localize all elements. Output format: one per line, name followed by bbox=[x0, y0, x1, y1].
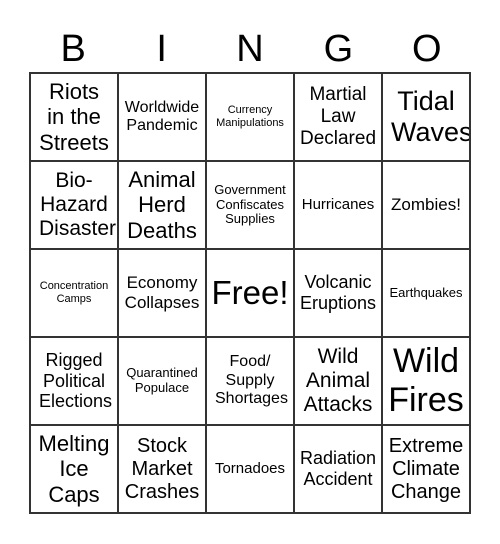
bingo-cell[interactable]: Quarantined Populace bbox=[118, 337, 206, 425]
bingo-cell[interactable]: Currency Manipulations bbox=[206, 73, 294, 161]
cell-label: Volcanic Eruptions bbox=[299, 272, 377, 313]
bingo-cell[interactable]: Wild Fires bbox=[382, 337, 470, 425]
cell-label: Tidal Waves bbox=[391, 85, 470, 147]
bingo-cell[interactable]: Tidal Waves bbox=[382, 73, 470, 161]
cell-label: Government Confiscates Supplies bbox=[214, 181, 286, 227]
cell-label: Wild Fires bbox=[388, 341, 464, 419]
cell-label: Martial Law Declared bbox=[299, 84, 377, 149]
cell-label: Earthquakes bbox=[389, 284, 463, 300]
bingo-cell[interactable]: Riots in the Streets bbox=[30, 73, 118, 161]
bingo-grid: Riots in the Streets Worldwide Pandemic Cu… bbox=[29, 72, 471, 514]
header-letter-n: N bbox=[236, 28, 264, 70]
cell-label: Tornadoes bbox=[214, 460, 286, 478]
bingo-cell[interactable]: Economy Collapses bbox=[118, 249, 206, 337]
header-letter-i: I bbox=[156, 28, 167, 70]
bingo-cell[interactable]: Hurricanes bbox=[294, 161, 382, 249]
bingo-header: B I N G O bbox=[29, 26, 471, 72]
bingo-cell[interactable]: Volcanic Eruptions bbox=[294, 249, 382, 337]
bingo-cell[interactable]: Rigged Political Elections bbox=[30, 337, 118, 425]
bingo-cell[interactable]: Radiation Accident bbox=[294, 425, 382, 513]
bingo-cell[interactable]: Stock Market Crashes bbox=[118, 425, 206, 513]
cell-label: Quarantined Populace bbox=[126, 365, 198, 395]
cell-label: Zombies! bbox=[391, 195, 461, 215]
bingo-cell[interactable]: Tornadoes bbox=[206, 425, 294, 513]
cell-label: Worldwide Pandemic bbox=[124, 98, 200, 134]
cell-label: Wild Animal Attacks bbox=[303, 344, 373, 417]
bingo-cell[interactable]: Worldwide Pandemic bbox=[118, 73, 206, 161]
cell-label: Concentration Camps bbox=[39, 280, 109, 305]
bingo-cell[interactable]: Free! bbox=[206, 249, 294, 337]
bingo-cell[interactable]: Bio-Hazard Disaster bbox=[30, 161, 118, 249]
cell-label: Hurricanes bbox=[301, 196, 375, 214]
bingo-cell[interactable]: Food/ Supply Shortages bbox=[206, 337, 294, 425]
cell-label: Extreme Climate Change bbox=[388, 434, 464, 503]
cell-label: Radiation Accident bbox=[299, 448, 377, 489]
header-letter-o: O bbox=[412, 28, 442, 70]
bingo-cell[interactable]: Government Confiscates Supplies bbox=[206, 161, 294, 249]
bingo-cell[interactable]: Wild Animal Attacks bbox=[294, 337, 382, 425]
cell-label: Free! bbox=[211, 274, 289, 312]
cell-label: Melting Ice Caps bbox=[38, 431, 110, 507]
cell-label: Riots in the Streets bbox=[39, 79, 109, 155]
bingo-cell[interactable]: Animal Herd Deaths bbox=[118, 161, 206, 249]
bingo-cell[interactable]: Melting Ice Caps bbox=[30, 425, 118, 513]
bingo-cell[interactable]: Martial Law Declared bbox=[294, 73, 382, 161]
bingo-cell[interactable]: Concentration Camps bbox=[30, 249, 118, 337]
header-letter-b: B bbox=[60, 28, 86, 70]
bingo-cell[interactable]: Extreme Climate Change bbox=[382, 425, 470, 513]
cell-label: Rigged Political Elections bbox=[39, 349, 113, 412]
bingo-cell[interactable]: Earthquakes bbox=[382, 249, 470, 337]
cell-label: Economy Collapses bbox=[124, 273, 200, 312]
cell-label: Animal Herd Deaths bbox=[127, 167, 197, 243]
bingo-cell[interactable]: Zombies! bbox=[382, 161, 470, 249]
cell-label: Stock Market Crashes bbox=[124, 434, 200, 503]
header-letter-g: G bbox=[323, 28, 354, 70]
cell-label: Bio-Hazard Disaster bbox=[39, 168, 117, 241]
cell-label: Food/ Supply Shortages bbox=[215, 353, 288, 408]
cell-label: Currency Manipulations bbox=[216, 104, 284, 129]
